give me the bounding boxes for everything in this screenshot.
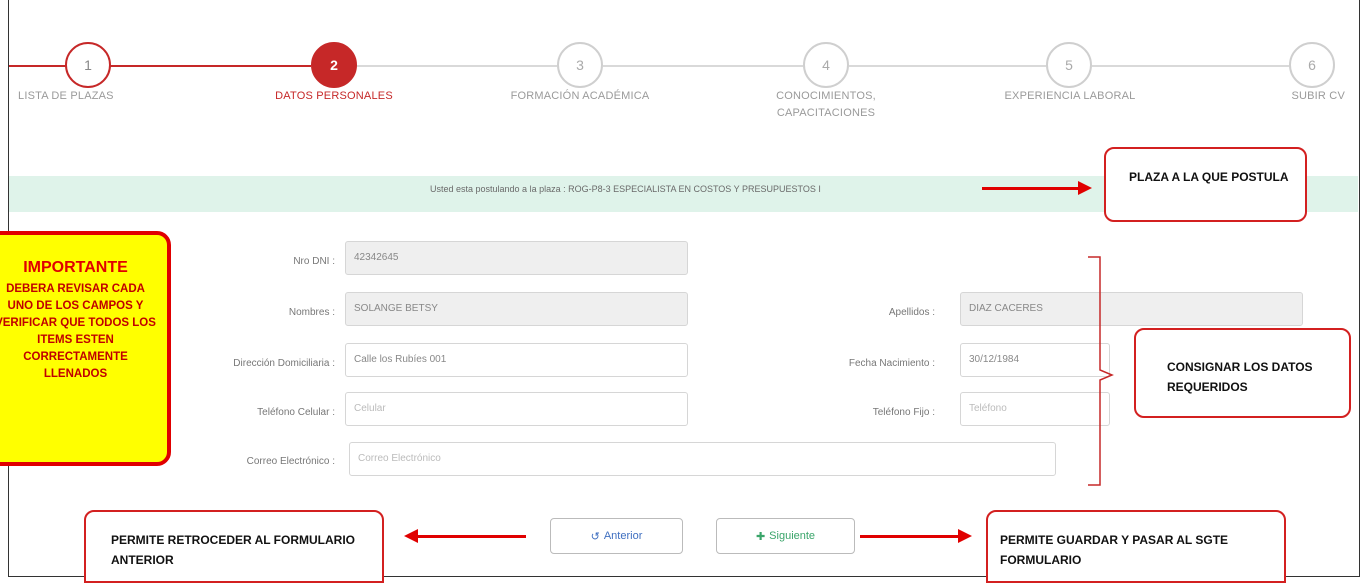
annotation-arrow [860, 535, 960, 538]
step-4-circle[interactable]: 4 [803, 42, 849, 88]
direccion-label: Dirección Domiciliaria : [233, 358, 335, 369]
step-2-label: DATOS PERSONALES [275, 90, 393, 102]
step-connector [99, 65, 311, 67]
plus-icon: ✚ [755, 530, 766, 543]
retroceder-callout: PERMITE RETROCEDER AL FORMULARIO ANTERIO… [84, 510, 384, 583]
step-3-circle[interactable]: 3 [557, 42, 603, 88]
nombres-label: Nombres : [288, 307, 335, 318]
undo-icon: ↺ [590, 530, 600, 543]
step-1-circle[interactable]: 1 [65, 42, 111, 88]
annotation-arrow [982, 187, 1080, 190]
correo-field[interactable]: Correo Electrónico [349, 442, 1056, 476]
plaza-banner-text: Usted esta postulando a la plaza : ROG-P… [430, 184, 821, 194]
step-number: 1 [84, 57, 92, 73]
step-4-label: CONOCIMIENTOS, CAPACITACIONES [776, 90, 876, 119]
siguiente-button[interactable]: ✚ Siguiente [716, 518, 855, 554]
step-connector [1092, 65, 1289, 67]
plaza-callout: PLAZA A LA QUE POSTULA [1104, 147, 1307, 222]
important-title: IMPORTANTE [23, 259, 128, 276]
step-6-label: SUBIR CV [1291, 90, 1345, 102]
anterior-button[interactable]: ↺ Anterior [550, 518, 683, 554]
step-number: 6 [1308, 57, 1316, 73]
annotation-arrow-head [404, 529, 418, 543]
step-5-label: EXPERIENCIA LABORAL [1004, 90, 1136, 102]
correo-label: Correo Electrónico : [246, 456, 335, 467]
annotation-arrow [416, 535, 526, 538]
screenshot-frame [8, 0, 1360, 577]
important-body: DEBERA REVISAR CADA UNO DE LOS CAMPOS Y … [0, 283, 156, 380]
siguiente-button-label: Siguiente [769, 530, 816, 542]
step-1-label: LISTA DE PLAZAS [18, 90, 114, 102]
fijo-label: Teléfono Fijo : [872, 407, 935, 418]
important-callout: IMPORTANTE DEBERA REVISAR CADA UNO DE LO… [0, 231, 171, 466]
step-6-circle[interactable]: 6 [1289, 42, 1335, 88]
step-3-label: FORMACIÓN ACADÉMICA [510, 90, 650, 102]
consignar-callout: CONSIGNAR LOS DATOS REQUERIDOS [1134, 328, 1351, 418]
step-connector [603, 65, 803, 67]
apellidos-label: Apellidos : [888, 307, 935, 318]
guardar-callout: PERMITE GUARDAR Y PASAR AL SGTE FORMULAR… [986, 510, 1286, 583]
step-number: 5 [1065, 57, 1073, 73]
dni-field[interactable]: 42342645 [345, 241, 688, 275]
bracket-icon [1088, 256, 1114, 486]
annotation-arrow-head [958, 529, 972, 543]
step-number: 2 [330, 57, 338, 73]
annotation-arrow-head [1078, 181, 1092, 195]
fecha-nacimiento-label: Fecha Nacimiento : [848, 358, 935, 369]
celular-label: Teléfono Celular : [257, 407, 335, 418]
apellidos-field[interactable]: DIAZ CACERES [960, 292, 1303, 326]
step-connector [357, 65, 557, 67]
step-5-circle[interactable]: 5 [1046, 42, 1092, 88]
dni-label: Nro DNI : [293, 256, 335, 267]
step-connector [849, 65, 1046, 67]
celular-field[interactable]: Celular [345, 392, 688, 426]
nombres-field[interactable]: SOLANGE BETSY [345, 292, 688, 326]
step-number: 3 [576, 57, 584, 73]
direccion-field[interactable]: Calle los Rubíes 001 [345, 343, 688, 377]
step-number: 4 [822, 57, 830, 73]
step-2-circle[interactable]: 2 [311, 42, 357, 88]
anterior-button-label: Anterior [603, 530, 643, 542]
